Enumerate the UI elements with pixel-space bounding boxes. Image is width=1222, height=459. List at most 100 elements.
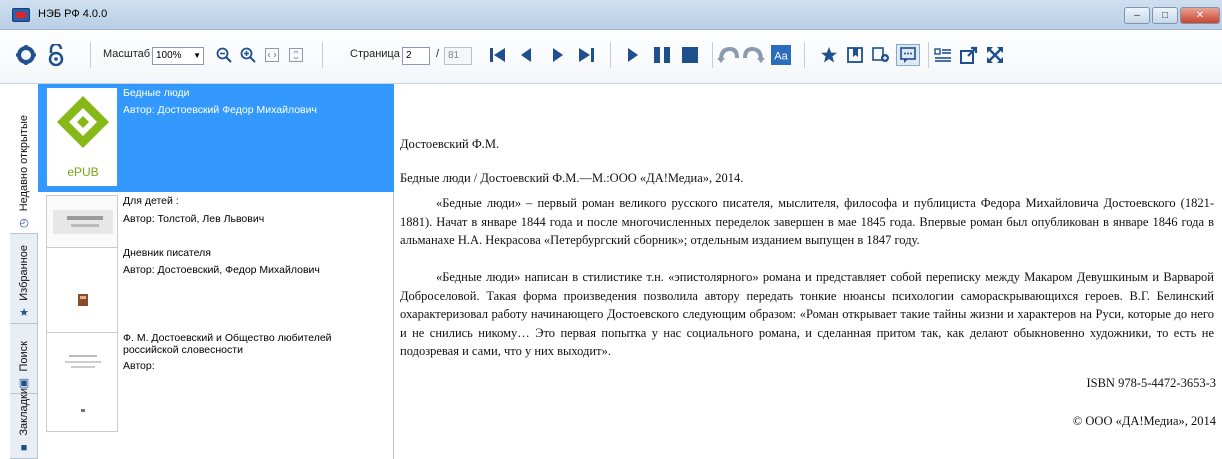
stop-icon bbox=[682, 47, 698, 63]
fullscreen-icon bbox=[987, 47, 1003, 63]
book-author: Автор: Достоевский Федор Михайлович bbox=[123, 104, 317, 116]
add-note-button[interactable] bbox=[870, 44, 892, 66]
tab-label: Поиск bbox=[18, 340, 30, 371]
toolbar-separator bbox=[90, 42, 91, 68]
toolbar-separator bbox=[322, 42, 323, 68]
redo-icon bbox=[743, 46, 765, 63]
fit-width-button[interactable] bbox=[262, 44, 282, 66]
zoom-in-icon bbox=[240, 47, 256, 63]
toolbar: Масштаб 100% ▼ Страница 2 / 81 Aa bbox=[0, 30, 1222, 84]
sidebar-tabs: Недавно открытые ◴ Избранное ★ Поиск ▣ З… bbox=[10, 84, 38, 459]
annotation-paragraph: «Бедные люди» – первый роман великого ру… bbox=[400, 196, 1214, 247]
page-total-field: 81 bbox=[444, 47, 472, 65]
annotation-paragraph: «Бедные люди» написан в стилистике т.н. … bbox=[400, 270, 1214, 358]
fit-height-icon bbox=[289, 48, 303, 62]
tab-favorites[interactable]: Избранное ★ bbox=[10, 234, 38, 324]
text-mode-button[interactable]: Aa bbox=[770, 44, 792, 66]
first-page-button[interactable] bbox=[486, 44, 510, 66]
book-title: Бедные люди bbox=[123, 87, 190, 99]
settings-button[interactable] bbox=[14, 44, 38, 66]
page-separator: / bbox=[436, 48, 440, 60]
book-cover bbox=[46, 332, 118, 432]
star-icon: ★ bbox=[19, 307, 29, 319]
tab-search[interactable]: Поиск ▣ bbox=[10, 324, 38, 394]
bookmark-icon bbox=[847, 47, 863, 63]
comment-icon bbox=[900, 47, 916, 63]
redo-button[interactable] bbox=[742, 44, 766, 66]
stop-button[interactable] bbox=[678, 44, 702, 66]
star-icon bbox=[821, 47, 837, 63]
pause-button[interactable] bbox=[650, 44, 674, 66]
svg-text:Aa: Aa bbox=[774, 51, 788, 63]
book-author-heading: Достоевский Ф.М. bbox=[400, 137, 500, 151]
isbn-text: ISBN 978-5-4472-3653-3 bbox=[1086, 376, 1216, 390]
bookmark-icon: ■ bbox=[20, 442, 28, 454]
book-author: Автор: Достоевский, Федор Михайлович bbox=[123, 264, 320, 276]
next-page-button[interactable] bbox=[548, 44, 568, 66]
toolbar-separator bbox=[804, 42, 805, 68]
book-title: Ф. М. Достоевский и Общество любителей р… bbox=[123, 332, 332, 356]
list-item[interactable]: ePUB Бедные люди Автор: Достоевский Федо… bbox=[38, 84, 394, 192]
book-title: Дневник писателя bbox=[123, 247, 211, 259]
app-window: НЭБ РФ 4.0.0 – □ ✕ Масштаб 100% ▼ Страни… bbox=[0, 0, 1222, 459]
zoom-select[interactable]: 100% ▼ bbox=[152, 47, 204, 65]
book-author: Автор: Толстой, Лев Львович bbox=[123, 213, 265, 225]
skip-first-icon bbox=[490, 48, 505, 62]
external-open-button[interactable] bbox=[958, 44, 980, 66]
title-bar: НЭБ РФ 4.0.0 – □ ✕ bbox=[0, 0, 1222, 30]
list-item[interactable]: Ф. М. Достоевский и Общество любителей р… bbox=[38, 329, 394, 437]
window-title: НЭБ РФ 4.0.0 bbox=[38, 8, 108, 20]
chevron-down-icon: ▼ bbox=[193, 51, 201, 60]
zoom-label: Масштаб bbox=[103, 48, 151, 60]
bibliographic-record: Бедные люди / Достоевский Ф.М.—М.:ООО «Д… bbox=[400, 171, 744, 185]
lock-open-icon bbox=[48, 44, 64, 66]
zoom-value: 100% bbox=[156, 50, 182, 61]
svg-text:ePUB: ePUB bbox=[67, 165, 98, 179]
toolbar-separator bbox=[712, 42, 713, 68]
tab-label: Избранное bbox=[18, 245, 30, 301]
minimize-button[interactable]: – bbox=[1124, 7, 1150, 24]
book-title: Для детей : bbox=[123, 195, 179, 207]
close-button[interactable]: ✕ bbox=[1180, 7, 1220, 24]
zoom-in-button[interactable] bbox=[238, 44, 258, 66]
fit-width-icon bbox=[265, 48, 279, 62]
comments-button[interactable] bbox=[896, 44, 920, 66]
page-number-input[interactable]: 2 bbox=[402, 47, 430, 65]
fit-height-button[interactable] bbox=[286, 44, 306, 66]
clock-icon: ◴ bbox=[19, 217, 29, 229]
fullscreen-button[interactable] bbox=[984, 44, 1006, 66]
tab-bookmarks[interactable]: Закладки ■ bbox=[10, 388, 38, 459]
page-label: Страница bbox=[350, 48, 400, 60]
arrow-left-icon bbox=[521, 48, 531, 62]
zoom-out-icon bbox=[216, 47, 232, 63]
play-button[interactable] bbox=[622, 44, 644, 66]
bookmark-button[interactable] bbox=[844, 44, 866, 66]
zoom-out-button[interactable] bbox=[214, 44, 234, 66]
epub-logo-icon: ePUB bbox=[47, 88, 117, 186]
open-button[interactable] bbox=[44, 44, 68, 66]
tab-recent[interactable]: Недавно открытые ◴ bbox=[10, 84, 38, 234]
tab-label: Закладки bbox=[18, 388, 30, 436]
previous-page-button[interactable] bbox=[516, 44, 536, 66]
window-controls: – □ ✕ bbox=[1124, 7, 1220, 24]
pause-icon bbox=[654, 47, 670, 63]
last-page-button[interactable] bbox=[574, 44, 598, 66]
undo-button[interactable] bbox=[716, 44, 740, 66]
app-logo-icon bbox=[12, 8, 30, 22]
external-link-icon bbox=[960, 46, 978, 64]
arrow-right-icon bbox=[553, 48, 563, 62]
gear-icon bbox=[16, 45, 36, 65]
book-cover-image bbox=[47, 333, 117, 431]
table-of-contents-button[interactable] bbox=[932, 44, 954, 66]
book-cover: ePUB bbox=[46, 87, 118, 187]
list-icon bbox=[934, 48, 951, 62]
tab-label: Недавно открытые bbox=[18, 114, 30, 211]
favorite-button[interactable] bbox=[818, 44, 840, 66]
note-add-icon bbox=[872, 47, 889, 62]
undo-icon bbox=[717, 46, 739, 63]
skip-last-icon bbox=[579, 48, 594, 62]
toolbar-separator bbox=[610, 42, 611, 68]
reading-pane[interactable]: Достоевский Ф.М. Бедные люди / Достоевск… bbox=[395, 84, 1222, 459]
toolbar-separator bbox=[928, 42, 929, 68]
maximize-button[interactable]: □ bbox=[1152, 7, 1178, 24]
